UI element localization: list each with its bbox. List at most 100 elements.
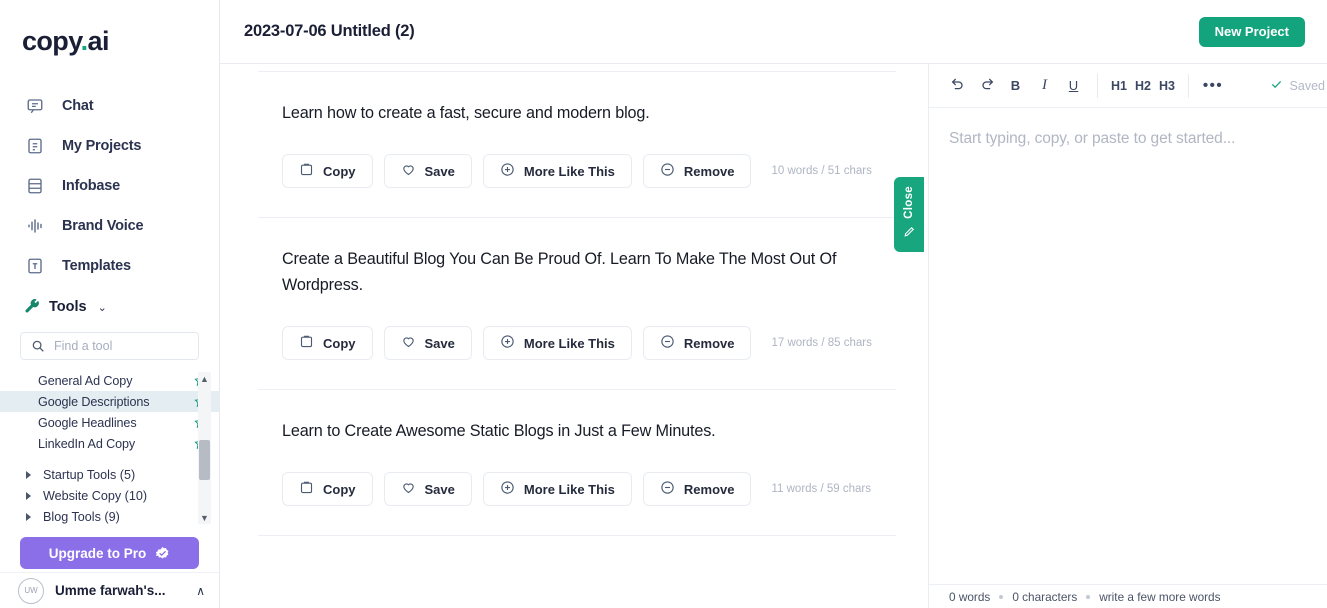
undo-button[interactable] bbox=[943, 71, 972, 100]
tool-item-google-headlines[interactable]: Google Headlines bbox=[0, 412, 219, 433]
copy-label: Copy bbox=[323, 335, 356, 351]
results-column: Learn how to create a fast, secure and m… bbox=[220, 64, 928, 608]
heading3-button[interactable]: H3 bbox=[1155, 71, 1179, 100]
clipboard-icon bbox=[299, 480, 314, 498]
more-like-this-button[interactable]: More Like This bbox=[482, 154, 632, 188]
heading1-button[interactable]: H1 bbox=[1107, 71, 1131, 100]
sidebar-item-label: Infobase bbox=[62, 178, 121, 194]
toolbar-divider bbox=[1188, 73, 1189, 98]
sidebar-item-chat[interactable]: Chat bbox=[0, 86, 219, 126]
underline-button[interactable]: U bbox=[1059, 71, 1088, 100]
triangle-right-icon bbox=[26, 470, 31, 479]
tool-item-label: General Ad Copy bbox=[38, 373, 133, 388]
remove-button[interactable]: Remove bbox=[642, 472, 752, 506]
sidebar-tools-toggle[interactable]: Tools ⌄ bbox=[0, 288, 219, 326]
remove-button[interactable]: Remove bbox=[642, 326, 752, 360]
sidebar-item-templates[interactable]: Templates bbox=[0, 246, 219, 286]
chevron-down-icon: ⌄ bbox=[97, 301, 107, 314]
underline-label: U bbox=[1068, 78, 1079, 93]
divider bbox=[258, 535, 896, 536]
italic-label: I bbox=[1042, 77, 1047, 93]
bold-label: B bbox=[1010, 78, 1021, 93]
tool-group-label: Startup Tools (5) bbox=[43, 467, 136, 482]
remove-button[interactable]: Remove bbox=[642, 154, 752, 188]
body-area: Learn how to create a fast, secure and m… bbox=[220, 64, 1327, 608]
sidebar-item-label: My Projects bbox=[62, 138, 142, 154]
sidebar-tools-label: Tools bbox=[49, 299, 87, 315]
tool-item-google-descriptions[interactable]: Google Descriptions bbox=[0, 391, 219, 412]
results-list: Learn how to create a fast, secure and m… bbox=[220, 71, 928, 536]
more-like-this-label: More Like This bbox=[523, 481, 615, 497]
undo-icon bbox=[950, 76, 966, 95]
more-like-this-button[interactable]: More Like This bbox=[482, 472, 632, 506]
remove-label: Remove bbox=[683, 335, 735, 351]
copy-button[interactable]: Copy bbox=[282, 472, 373, 506]
scroll-up-icon[interactable]: ▲ bbox=[199, 373, 210, 384]
word-count: 11 words / 59 chars bbox=[771, 483, 871, 495]
brand-logo[interactable]: copy.ai bbox=[0, 0, 219, 86]
chat-icon bbox=[26, 97, 44, 115]
result-card: Create a Beautiful Blog You Can Be Proud… bbox=[258, 218, 896, 382]
editor-panel: B I U H1 H2 H3 ••• Saved Start typing, c… bbox=[928, 64, 1327, 608]
tool-group-website-copy[interactable]: Website Copy (10) bbox=[0, 485, 219, 506]
page-title[interactable]: 2023-07-06 Untitled (2) bbox=[244, 22, 1199, 41]
tool-group-label: Website Copy (10) bbox=[43, 488, 148, 503]
tool-search[interactable] bbox=[20, 332, 199, 360]
status-dot bbox=[999, 594, 1004, 599]
close-tab-label: Close bbox=[903, 185, 915, 219]
save-button[interactable]: Save bbox=[383, 472, 472, 506]
save-button[interactable]: Save bbox=[383, 326, 472, 360]
tool-group-startup-tools[interactable]: Startup Tools (5) bbox=[0, 464, 219, 485]
tool-item-label: Google Descriptions bbox=[38, 394, 150, 409]
new-project-button[interactable]: New Project bbox=[1198, 16, 1305, 47]
copy-button[interactable]: Copy bbox=[282, 326, 373, 360]
sidebar-item-infobase[interactable]: Infobase bbox=[0, 166, 219, 206]
tool-group-label: Blog Tools (9) bbox=[43, 509, 120, 524]
word-count: 10 words / 51 chars bbox=[771, 165, 872, 177]
save-label: Save bbox=[424, 481, 455, 497]
save-label: Save bbox=[424, 163, 455, 179]
scrollbar-thumb[interactable] bbox=[199, 440, 210, 480]
bold-button[interactable]: B bbox=[1001, 71, 1030, 100]
chevron-up-icon[interactable]: ∧ bbox=[196, 584, 205, 598]
tool-group-blog-tools[interactable]: Blog Tools (9) bbox=[0, 506, 219, 527]
result-actions: Copy Save bbox=[282, 472, 896, 506]
save-button[interactable]: Save bbox=[383, 154, 472, 188]
sidebar-item-label: Chat bbox=[62, 98, 94, 114]
sidebar-item-brand-voice[interactable]: Brand Voice bbox=[0, 206, 219, 246]
tool-list-scrollbar[interactable]: ▲ ▼ bbox=[198, 372, 211, 524]
sidebar-nav: Chat My Projects Infobase Brand Voice Te… bbox=[0, 86, 219, 286]
result-actions: Copy Save bbox=[282, 326, 896, 360]
account-menu[interactable]: UW Umme farwah's... ∧ bbox=[0, 572, 219, 608]
more-options-button[interactable]: ••• bbox=[1198, 71, 1228, 100]
more-like-this-label: More Like This bbox=[523, 335, 615, 351]
close-editor-tab[interactable]: Close bbox=[894, 177, 924, 252]
scroll-down-icon[interactable]: ▼ bbox=[199, 512, 210, 523]
clipboard-icon bbox=[299, 334, 314, 352]
redo-button[interactable] bbox=[972, 71, 1001, 100]
tool-item-general-ad-copy[interactable]: General Ad Copy bbox=[0, 370, 219, 391]
italic-button[interactable]: I bbox=[1030, 71, 1059, 100]
minus-circle-icon bbox=[660, 480, 675, 498]
remove-label: Remove bbox=[683, 163, 735, 179]
heart-icon bbox=[401, 162, 416, 180]
search-input[interactable] bbox=[54, 339, 188, 353]
copy-button[interactable]: Copy bbox=[282, 154, 373, 188]
avatar-initials: UW bbox=[24, 586, 38, 595]
more-like-this-label: More Like This bbox=[523, 163, 615, 179]
waveform-icon bbox=[26, 217, 44, 235]
redo-icon bbox=[979, 76, 995, 95]
top-bar: 2023-07-06 Untitled (2) New Project bbox=[220, 0, 1327, 64]
editor-toolbar: B I U H1 H2 H3 ••• Saved bbox=[929, 64, 1327, 108]
heading2-button[interactable]: H2 bbox=[1131, 71, 1155, 100]
sidebar-item-my-projects[interactable]: My Projects bbox=[0, 126, 219, 166]
editor-canvas[interactable]: Start typing, copy, or paste to get star… bbox=[929, 108, 1327, 584]
main-area: 2023-07-06 Untitled (2) New Project Lear… bbox=[220, 0, 1327, 608]
tool-item-linkedin-ad-copy[interactable]: LinkedIn Ad Copy bbox=[0, 433, 219, 454]
status-dot bbox=[1086, 594, 1091, 599]
upgrade-to-pro-button[interactable]: Upgrade to Pro bbox=[20, 537, 199, 569]
result-text: Learn to Create Awesome Static Blogs in … bbox=[282, 422, 716, 440]
plus-circle-icon bbox=[500, 480, 515, 498]
word-count-status: 0 words bbox=[949, 589, 991, 604]
more-like-this-button[interactable]: More Like This bbox=[482, 326, 632, 360]
